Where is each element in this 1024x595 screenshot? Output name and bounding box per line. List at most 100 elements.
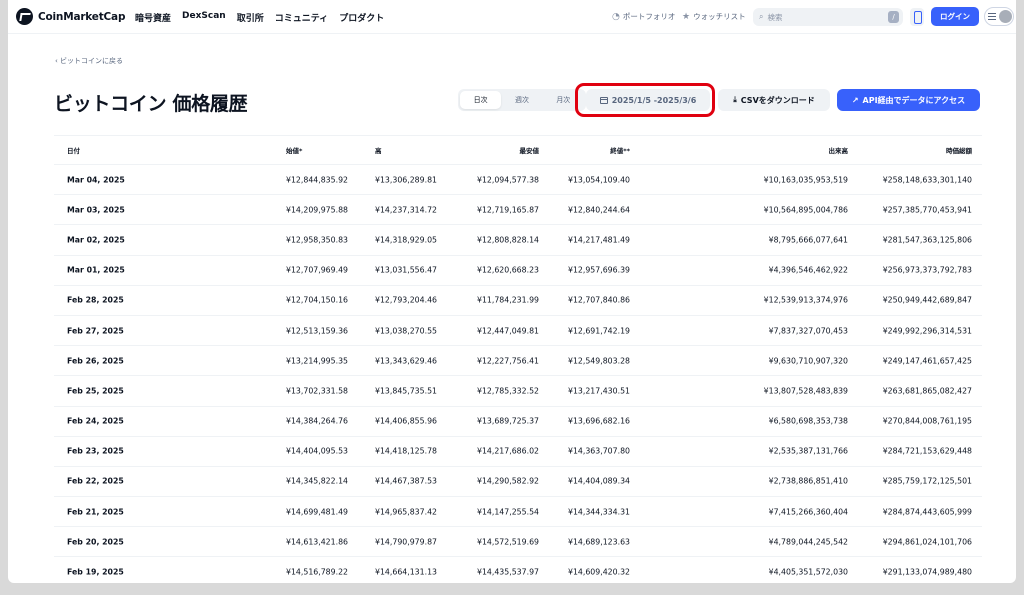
table-row: Feb 24, 2025 ¥14,384,264.76 ¥14,406,855.96…	[54, 407, 982, 437]
table-row: Feb 26, 2025 ¥13,214,995.35 ¥13,343,629.46…	[54, 346, 982, 377]
cell-open: ¥12,958,350.83	[286, 235, 349, 245]
cell-date: Feb 25, 2025	[67, 386, 124, 396]
coinmarketcap-logo[interactable]: CoinMarketCap	[16, 8, 125, 25]
menu-button[interactable]	[984, 7, 1014, 26]
cell-open: ¥14,404,095.53	[286, 446, 349, 456]
cell-low: ¥14,217,686.02	[476, 446, 539, 456]
search-icon: ⌕	[759, 12, 764, 21]
search-placeholder: 検索	[767, 12, 783, 22]
col-open[interactable]: 始値*	[286, 145, 302, 155]
table-row: Feb 21, 2025 ¥14,699,481.49 ¥14,965,837.42…	[54, 497, 982, 528]
col-close[interactable]: 終値**	[610, 145, 630, 155]
cell-date: Feb 27, 2025	[67, 326, 124, 336]
nav-products[interactable]: プロダクト	[339, 11, 384, 24]
col-low[interactable]: 最安値	[520, 145, 540, 155]
col-market-cap[interactable]: 時価総額	[946, 145, 972, 155]
cell-open: ¥12,513,159.36	[286, 326, 349, 336]
cell-close: ¥13,696,682.16	[567, 416, 630, 426]
cell-date: Feb 23, 2025	[67, 446, 124, 456]
download-csv-button[interactable]: ⤓ CSVをダウンロード	[718, 89, 830, 111]
cell-volume: ¥4,789,044,245,542	[768, 537, 848, 547]
cell-high: ¥14,965,837.42	[375, 507, 438, 517]
tab-daily[interactable]: 日次	[460, 91, 502, 109]
top-navigation-bar: CoinMarketCap 暗号資産 DexScan 取引所 コミュニティ プロ…	[8, 0, 1016, 34]
cell-high: ¥14,467,387.53	[375, 476, 438, 486]
cell-close: ¥14,689,123.63	[567, 537, 630, 547]
cell-open: ¥14,699,481.49	[286, 507, 349, 517]
cell-low: ¥14,435,537.97	[476, 567, 539, 577]
highlight-annotation	[575, 83, 715, 117]
col-date[interactable]: 日付	[67, 145, 80, 155]
cell-close: ¥12,957,696.39	[567, 265, 630, 275]
cell-close: ¥14,609,420.32	[567, 567, 630, 577]
cell-date: Feb 24, 2025	[67, 416, 124, 426]
cell-market-cap: ¥249,147,461,657,425	[882, 356, 972, 366]
col-volume[interactable]: 出来高	[829, 145, 849, 155]
table-row: Feb 19, 2025 ¥14,516,789.22 ¥14,664,131.13…	[54, 557, 982, 583]
cell-date: Mar 03, 2025	[67, 205, 125, 215]
watchlist-label: ウォッチリスト	[693, 12, 746, 21]
portfolio-link[interactable]: ◔ ポートフォリオ	[612, 11, 675, 22]
nav-exchanges[interactable]: 取引所	[237, 11, 264, 24]
cell-close: ¥14,344,334.31	[567, 507, 630, 517]
download-icon: ⤓	[733, 95, 737, 104]
cell-volume: ¥7,837,327,070,453	[768, 326, 848, 336]
nav-community[interactable]: コミュニティ	[275, 11, 328, 24]
pie-chart-icon: ◔	[612, 11, 620, 22]
cell-close: ¥12,691,742.19	[567, 326, 630, 336]
cell-low: ¥12,785,332.52	[476, 386, 539, 396]
cell-high: ¥12,793,204.46	[375, 295, 438, 305]
cell-date: Mar 04, 2025	[67, 175, 125, 185]
cell-volume: ¥12,539,913,374,976	[763, 295, 848, 305]
search-input[interactable]: ⌕ 検索 /	[753, 8, 903, 26]
cell-open: ¥13,702,331.58	[286, 386, 349, 396]
nav-dexscan[interactable]: DexScan	[182, 11, 226, 24]
cell-date: Feb 19, 2025	[67, 567, 124, 577]
api-access-button[interactable]: ↗ API経由でデータにアクセス	[837, 89, 980, 111]
mobile-app-icon[interactable]	[910, 8, 924, 26]
cell-close: ¥13,217,430.51	[567, 386, 630, 396]
cell-market-cap: ¥263,681,865,082,427	[882, 386, 972, 396]
cell-low: ¥12,447,049.81	[476, 326, 539, 336]
cell-market-cap: ¥258,148,633,301,140	[882, 175, 972, 185]
cell-high: ¥14,406,855.96	[375, 416, 438, 426]
back-to-bitcoin-link[interactable]: ‹ ビットコインに戻る	[55, 56, 123, 66]
table-row: Mar 04, 2025 ¥12,844,835.92 ¥13,306,289.81…	[54, 165, 982, 196]
table-row: Mar 01, 2025 ¥12,707,969.49 ¥13,031,556.47…	[54, 256, 982, 286]
cell-low: ¥12,620,668.23	[476, 265, 539, 275]
cell-close: ¥13,054,109.40	[567, 175, 630, 185]
portfolio-label: ポートフォリオ	[622, 12, 676, 21]
browser-page: CoinMarketCap 暗号資産 DexScan 取引所 コミュニティ プロ…	[8, 0, 1016, 583]
cell-market-cap: ¥294,861,024,101,706	[882, 537, 972, 547]
cell-close: ¥12,840,244.64	[567, 205, 630, 215]
cell-open: ¥12,707,969.49	[286, 265, 349, 275]
cell-high: ¥14,790,979.87	[375, 537, 438, 547]
cell-open: ¥12,844,835.92	[286, 175, 349, 185]
cell-close: ¥14,363,707.80	[567, 446, 630, 456]
cell-volume: ¥13,807,528,483,839	[763, 386, 848, 396]
cell-low: ¥12,227,756.41	[476, 356, 539, 366]
cell-high: ¥13,031,556.47	[375, 265, 438, 275]
avatar	[999, 10, 1012, 23]
cell-volume: ¥2,535,387,131,766	[768, 446, 848, 456]
login-button[interactable]: ログイン	[931, 7, 979, 26]
nav-cryptocurrencies[interactable]: 暗号資産	[135, 11, 171, 24]
cell-date: Mar 01, 2025	[67, 265, 125, 275]
cell-market-cap: ¥284,874,443,605,999	[882, 507, 972, 517]
tab-weekly[interactable]: 週次	[501, 91, 542, 109]
cell-high: ¥14,237,314.72	[375, 205, 438, 215]
col-high[interactable]: 高	[375, 145, 382, 155]
csv-label: CSVをダウンロード	[740, 95, 815, 105]
cell-high: ¥13,343,629.46	[375, 356, 438, 366]
watchlist-link[interactable]: ★ ウォッチリスト	[682, 11, 746, 22]
cell-high: ¥14,418,125.78	[375, 446, 438, 456]
cell-market-cap: ¥291,133,074,989,480	[882, 567, 972, 577]
cell-low: ¥12,719,165.87	[476, 205, 539, 215]
cell-open: ¥14,384,264.76	[286, 416, 349, 426]
cell-volume: ¥6,580,698,353,738	[768, 416, 848, 426]
cell-low: ¥14,572,519.69	[476, 537, 539, 547]
main-nav: 暗号資産 DexScan 取引所 コミュニティ プロダクト	[135, 11, 384, 24]
cell-open: ¥14,613,421.86	[286, 537, 349, 547]
cell-market-cap: ¥250,949,442,689,847	[882, 295, 972, 305]
api-label: API経由でデータにアクセス	[862, 95, 966, 105]
